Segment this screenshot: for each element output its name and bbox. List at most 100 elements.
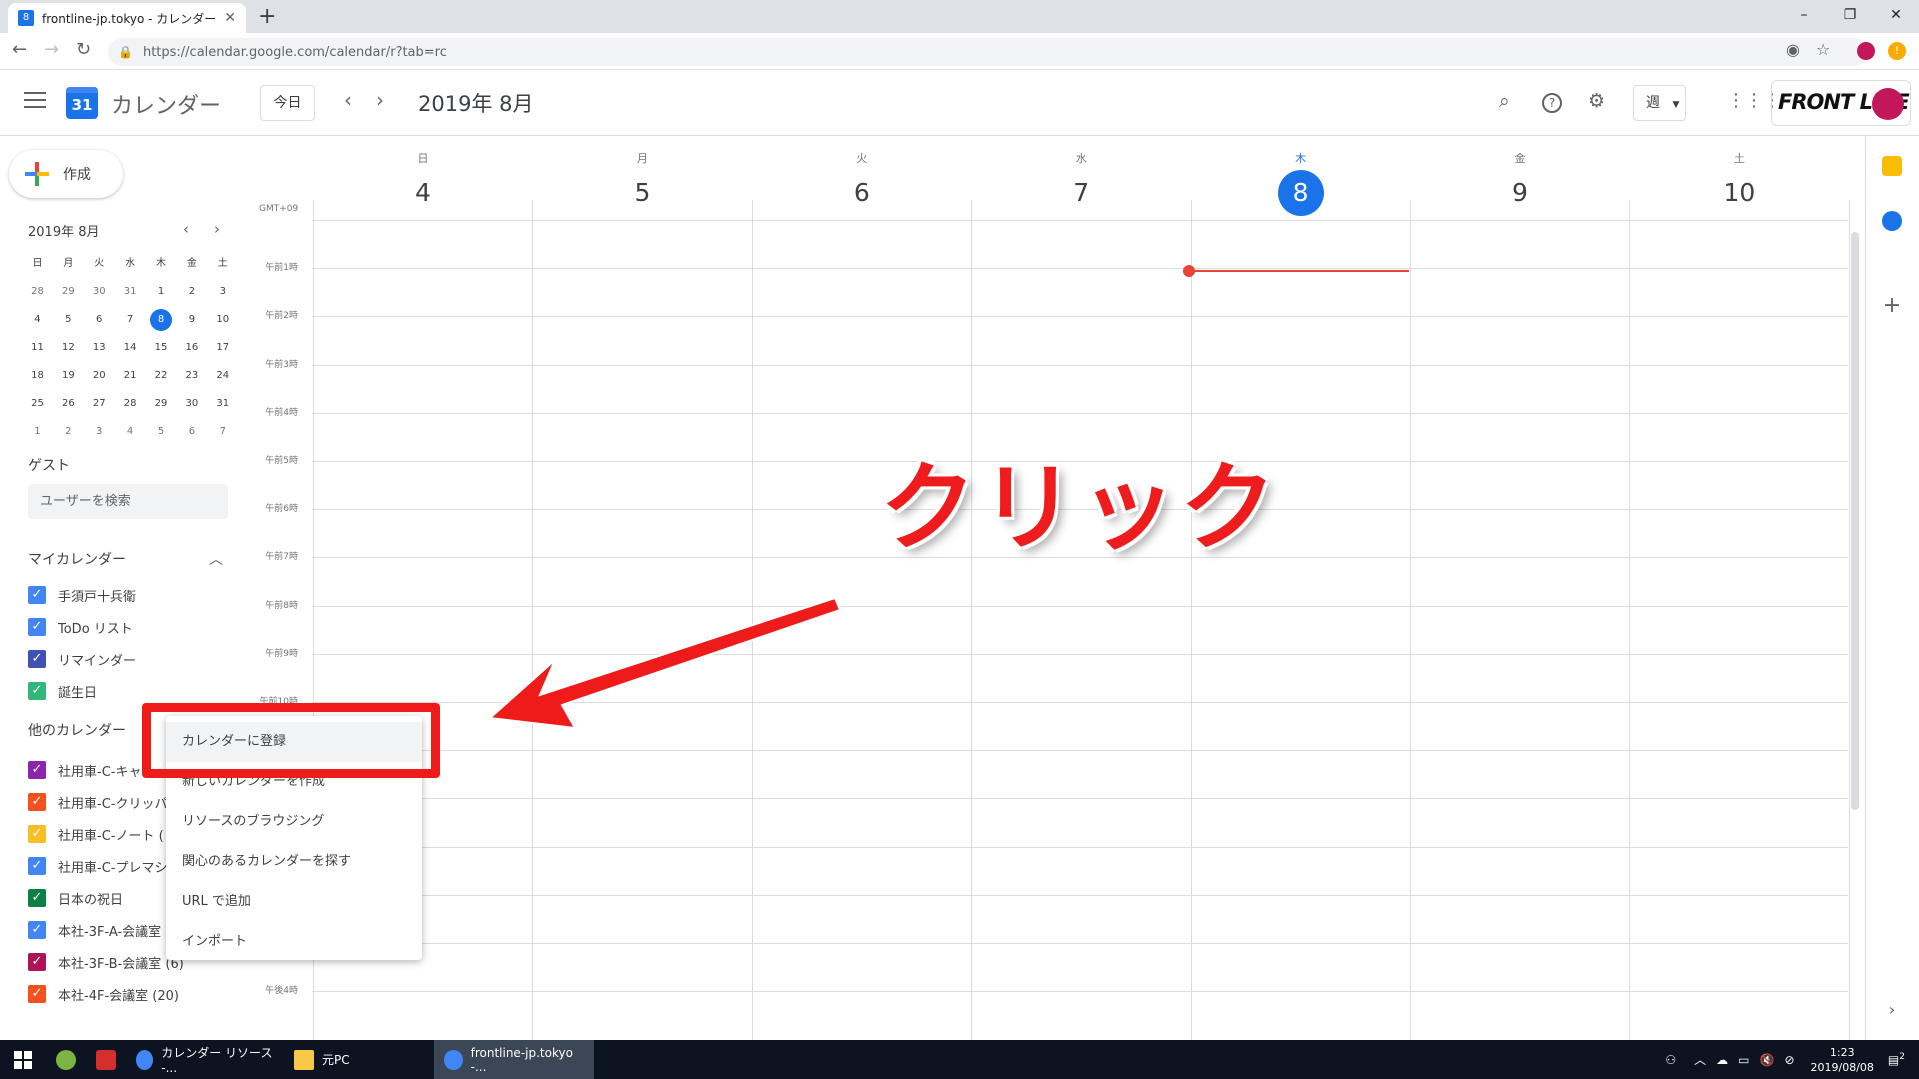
checkbox-checked-icon[interactable]: ✓ — [28, 985, 46, 1003]
mini-day-cell[interactable]: 30 — [84, 281, 115, 303]
calendar-list-item[interactable]: ✓ 手須戸十兵衛 — [28, 583, 136, 607]
grid-scrollbar[interactable] — [1851, 232, 1859, 810]
reload-icon[interactable]: ↻ — [76, 39, 91, 60]
mini-day-cell[interactable]: 13 — [84, 337, 115, 359]
mini-day-cell[interactable]: 6 — [176, 421, 207, 443]
calendar-list-item[interactable]: ✓ 本社-4F-会議室 (20) — [28, 982, 179, 1006]
window-close-button[interactable]: ✕ — [1873, 0, 1919, 33]
calendar-list-item[interactable]: ✓ 社用車-C-キャ — [28, 758, 141, 782]
day-column-header[interactable]: 水7 — [972, 150, 1190, 216]
people-icon[interactable]: ⚇ — [1665, 1053, 1676, 1067]
mini-day-cell[interactable]: 30 — [176, 393, 207, 415]
taskbar-folder[interactable]: 元PC — [284, 1040, 434, 1079]
mini-day-cell[interactable]: 4 — [115, 421, 146, 443]
network-icon[interactable]: ▭ — [1738, 1053, 1749, 1067]
menu-item[interactable]: URL で追加 — [166, 882, 422, 922]
checkbox-checked-icon[interactable]: ✓ — [28, 761, 46, 779]
main-menu-icon[interactable] — [24, 92, 46, 110]
taskbar-chrome-resources[interactable]: カレンダー リソース -... — [126, 1040, 284, 1079]
day-column-header[interactable]: 月5 — [533, 150, 751, 216]
chevron-up-icon[interactable]: ︿ — [209, 549, 223, 569]
mini-day-cell[interactable]: 6 — [84, 309, 115, 331]
day-column-header[interactable]: 土 10 — [1630, 150, 1848, 216]
day-column-header[interactable]: 金9 — [1411, 150, 1629, 216]
mini-day-cell[interactable]: 23 — [176, 365, 207, 387]
minimize-button[interactable]: – — [1781, 0, 1827, 33]
onedrive-icon[interactable]: ☁ — [1716, 1053, 1728, 1067]
checkbox-checked-icon[interactable]: ✓ — [28, 682, 46, 700]
mini-day-cell[interactable]: 25 — [22, 393, 53, 415]
mini-day-cell[interactable]: 18 — [22, 365, 53, 387]
mini-day-cell[interactable]: 19 — [53, 365, 84, 387]
view-selector[interactable]: 週 ▼ — [1633, 85, 1686, 121]
calendar-list-item[interactable]: ✓ 本社-3F-A-会議室 — [28, 918, 161, 942]
checkbox-checked-icon[interactable]: ✓ — [28, 650, 46, 668]
windows-start-button[interactable] — [0, 1040, 46, 1079]
guest-search-input[interactable]: ユーザーを検索 — [28, 484, 228, 519]
mini-day-cell[interactable]: 29 — [146, 393, 177, 415]
mini-day-cell[interactable]: 17 — [207, 337, 238, 359]
day-column-header[interactable]: 木8 — [1192, 150, 1410, 216]
expand-panel-icon[interactable]: › — [1882, 1000, 1902, 1020]
mini-day-cell[interactable]: 2 — [53, 421, 84, 443]
other-calendars-title[interactable]: 他のカレンダー — [28, 720, 126, 740]
mini-day-cell[interactable]: 5 — [53, 309, 84, 331]
notification-center-icon[interactable]: ▤2 — [1888, 1052, 1905, 1067]
mini-day-cell[interactable]: 15 — [146, 337, 177, 359]
day-number[interactable]: 10 — [1716, 170, 1762, 216]
today-button[interactable]: 今日 — [260, 85, 315, 121]
mini-day-cell[interactable]: 16 — [176, 337, 207, 359]
keep-icon[interactable] — [1882, 156, 1902, 176]
day-column-header[interactable]: 火6 — [753, 150, 971, 216]
tab-close-icon[interactable]: ✕ — [224, 10, 236, 26]
mini-day-cell[interactable]: 29 — [53, 281, 84, 303]
mini-day-cell[interactable]: 14 — [115, 337, 146, 359]
checkbox-checked-icon[interactable]: ✓ — [28, 889, 46, 907]
mini-day-cell[interactable]: 8 — [150, 309, 172, 331]
menu-item[interactable]: インポート — [166, 922, 422, 962]
mini-day-cell[interactable]: 24 — [207, 365, 238, 387]
account-avatar[interactable] — [1872, 88, 1904, 120]
address-bar[interactable]: 🔒 https://calendar.google.com/calendar/r… — [108, 38, 1868, 66]
mini-prev-month-icon[interactable]: ‹ — [183, 220, 189, 238]
checkbox-checked-icon[interactable]: ✓ — [28, 857, 46, 875]
day-number[interactable]: 7 — [1058, 170, 1104, 216]
maximize-button[interactable]: ❐ — [1827, 0, 1873, 33]
mini-day-cell[interactable]: 21 — [115, 365, 146, 387]
mini-day-cell[interactable]: 27 — [84, 393, 115, 415]
day-number[interactable]: 4 — [400, 170, 446, 216]
mini-day-cell[interactable]: 10 — [207, 309, 238, 331]
create-button[interactable]: 作成 — [9, 150, 123, 198]
checkbox-checked-icon[interactable]: ✓ — [28, 618, 46, 636]
mini-day-cell[interactable]: 28 — [115, 393, 146, 415]
add-addon-icon[interactable]: + — [1882, 295, 1902, 317]
mini-day-cell[interactable]: 26 — [53, 393, 84, 415]
eye-icon[interactable]: ◉ — [1786, 40, 1800, 59]
mini-day-cell[interactable]: 9 — [176, 309, 207, 331]
mini-day-cell[interactable]: 7 — [207, 421, 238, 443]
mini-day-cell[interactable]: 12 — [53, 337, 84, 359]
menu-item[interactable]: リソースのブラウジング — [166, 802, 422, 842]
security-icon[interactable]: ⊘ — [1784, 1053, 1794, 1067]
calendar-list-item[interactable]: ✓ 社用車-C-クリッパ — [28, 790, 167, 814]
calendar-list-item[interactable]: ✓ 社用車-C-プレマシ — [28, 854, 167, 878]
mini-day-cell[interactable]: 31 — [115, 281, 146, 303]
calendar-list-item[interactable]: ✓ ToDo リスト — [28, 615, 133, 639]
settings-gear-icon[interactable]: ⚙ — [1588, 90, 1605, 112]
mini-day-cell[interactable]: 5 — [146, 421, 177, 443]
mini-day-cell[interactable]: 2 — [176, 281, 207, 303]
day-number[interactable]: 9 — [1497, 170, 1543, 216]
mini-day-cell[interactable]: 28 — [22, 281, 53, 303]
calendar-list-item[interactable]: ✓ 社用車-C-ノート ( — [28, 822, 164, 846]
mini-day-cell[interactable]: 22 — [146, 365, 177, 387]
day-number[interactable]: 6 — [839, 170, 885, 216]
search-icon[interactable]: ⌕ — [1499, 90, 1510, 112]
calendar-list-item[interactable]: ✓ 本社-3F-B-会議室 (6) — [28, 950, 184, 974]
back-arrow-icon[interactable]: ← — [12, 39, 27, 60]
day-number[interactable]: 8 — [1277, 170, 1324, 216]
account-brand-box[interactable]: FRONT LINE — [1771, 80, 1911, 126]
checkbox-checked-icon[interactable]: ✓ — [28, 953, 46, 971]
mini-day-cell[interactable]: 3 — [207, 281, 238, 303]
day-number[interactable]: 5 — [619, 170, 665, 216]
taskbar-chrome-active[interactable]: frontline-jp.tokyo -... — [434, 1040, 594, 1079]
